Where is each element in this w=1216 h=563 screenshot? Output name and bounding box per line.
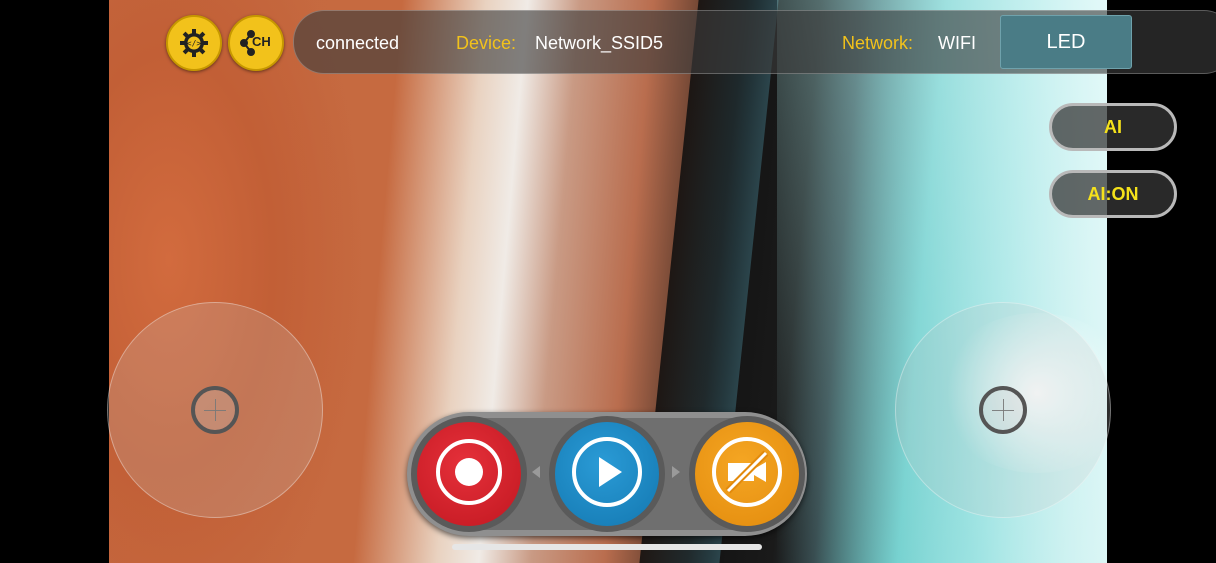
- channel-label: CH: [252, 34, 271, 49]
- channel-button[interactable]: CH: [228, 15, 284, 71]
- left-joystick-knob[interactable]: [191, 386, 239, 434]
- record-button[interactable]: [411, 416, 527, 532]
- record-icon: [434, 437, 504, 512]
- settings-button[interactable]: </>: [166, 15, 222, 71]
- camera-off-icon: [710, 435, 784, 514]
- device-value: Network_SSID5: [535, 33, 664, 53]
- right-joystick[interactable]: [895, 302, 1111, 518]
- ai-button[interactable]: AI: [1049, 103, 1177, 151]
- play-icon: [570, 435, 644, 514]
- network-value: WIFI: [938, 33, 976, 53]
- chevron-right-icon: [672, 466, 680, 478]
- camera-toggle-button[interactable]: [689, 416, 805, 532]
- ai-toggle-button[interactable]: AI:ON: [1049, 170, 1177, 218]
- home-indicator[interactable]: [452, 544, 762, 550]
- chevron-left-icon: [532, 466, 540, 478]
- gear-code-icon: </>: [177, 26, 211, 60]
- right-joystick-knob[interactable]: [979, 386, 1027, 434]
- led-button[interactable]: LED: [1000, 15, 1132, 69]
- connection-status: connected: [316, 33, 400, 53]
- play-button[interactable]: [549, 416, 665, 532]
- svg-text:</>: </>: [187, 39, 202, 48]
- network-label: Network:: [842, 33, 914, 53]
- left-joystick[interactable]: [107, 302, 323, 518]
- device-label: Device:: [456, 33, 517, 53]
